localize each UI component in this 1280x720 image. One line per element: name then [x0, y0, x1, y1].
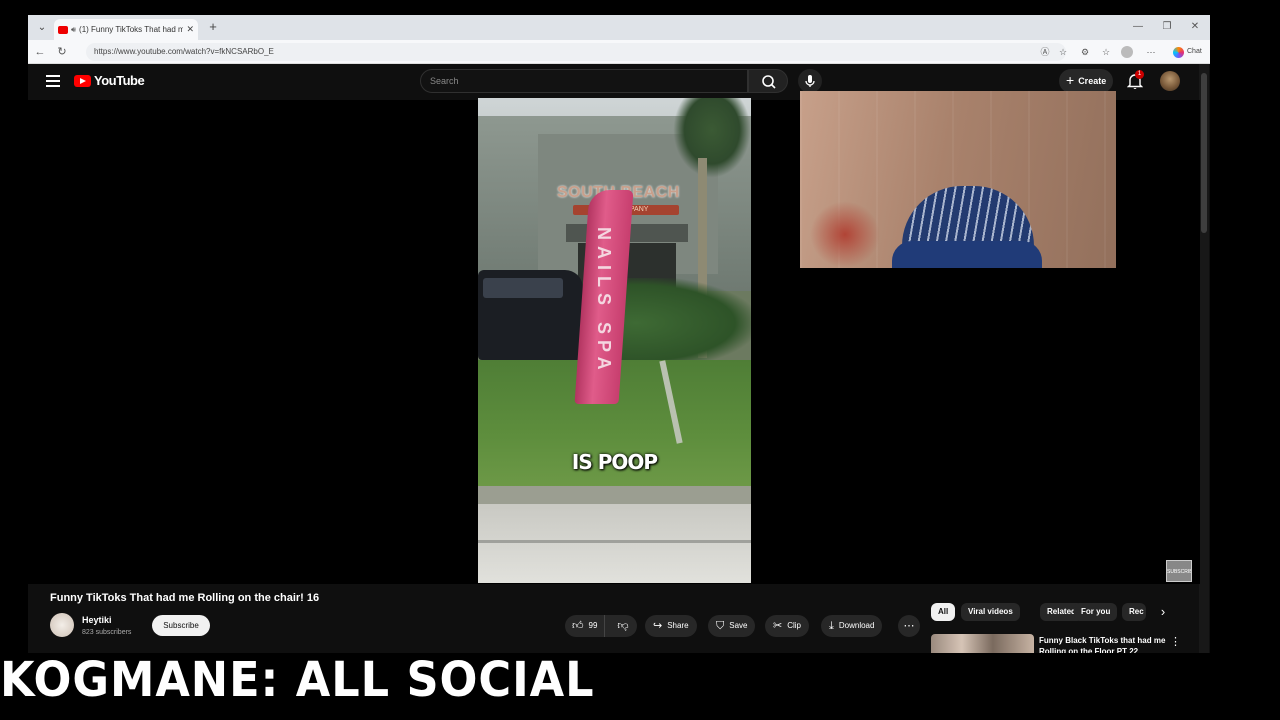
download-button[interactable]: ⤓ Download	[821, 615, 883, 637]
hamburger-menu-icon[interactable]	[46, 75, 60, 87]
ellipsis-icon: ⋯	[903, 620, 915, 632]
save-label: Save	[729, 621, 748, 630]
tab-title: (1) Funny TikToks That had me Rolling	[79, 25, 184, 34]
youtube-wordmark: YouTube	[94, 73, 145, 88]
video-title: Funny TikToks That had me Rolling on the…	[50, 592, 320, 604]
scene-curb	[478, 486, 751, 504]
favorites-icon[interactable]: ☆	[1099, 45, 1113, 59]
download-label: Download	[838, 621, 875, 630]
account-avatar[interactable]	[1160, 71, 1180, 91]
recommended-thumbnail[interactable]	[931, 634, 1034, 653]
chip-for-you[interactable]: For you	[1074, 603, 1118, 621]
search-input[interactable]: Search	[420, 69, 748, 93]
reader-view-icon[interactable]: Ⓐ	[1038, 45, 1052, 59]
stream-overlay-banner: KOGMANE: ALL SOCIAL	[0, 652, 595, 708]
profile-icon[interactable]	[1121, 46, 1133, 58]
chip-all[interactable]: All	[931, 603, 956, 621]
new-tab-button[interactable]: +	[205, 19, 221, 35]
chip-rec[interactable]: Rec	[1122, 603, 1146, 621]
share-button[interactable]: ↪ Share	[645, 615, 697, 637]
share-arrow-icon: ↪	[653, 620, 663, 632]
scene-road-marking	[478, 540, 751, 543]
scissors-icon: ✂	[773, 620, 783, 632]
plus-icon: +	[1066, 72, 1075, 88]
scene-palm-leaves	[673, 98, 751, 178]
close-window-button[interactable]: ✕	[1186, 18, 1204, 36]
reload-icon[interactable]: ↻	[54, 44, 70, 60]
webcam-red-object	[810, 201, 880, 268]
tab-list-chevron-icon[interactable]: ⌄	[34, 20, 50, 36]
browser-window: ⌄ 🔊︎ (1) Funny TikToks That had me Rolli…	[28, 15, 1210, 653]
search-button[interactable]	[748, 69, 788, 93]
voice-search-button[interactable]	[798, 69, 822, 93]
video-caption: IS POOP	[571, 450, 658, 474]
notification-count-badge: 1	[1135, 70, 1144, 79]
channel-name[interactable]: Heytiki	[82, 615, 112, 625]
create-label: Create	[1078, 76, 1107, 86]
extensions-icon[interactable]: ⚙	[1078, 45, 1092, 59]
url-field[interactable]: https://www.youtube.com/watch?v=fkNCSARb…	[86, 43, 1066, 61]
microphone-icon	[805, 75, 815, 87]
download-icon: ⤓	[829, 620, 834, 632]
save-button[interactable]: ⛉ Save	[708, 615, 756, 637]
scene-truck-window	[483, 278, 563, 298]
thumbs-down-icon: 👎︎	[617, 620, 629, 632]
copilot-chat-button[interactable]: Chat	[1173, 44, 1202, 60]
video-frame[interactable]: SOUTH BEACH TA COMPANY NAILS SPA IS POOP	[478, 98, 751, 583]
more-options-icon[interactable]: ⋯	[1144, 45, 1158, 59]
clip-label: Clip	[787, 621, 801, 630]
chip-viral-videos[interactable]: Viral videos	[961, 603, 1020, 621]
tab-strip: ⌄ 🔊︎ (1) Funny TikToks That had me Rolli…	[28, 15, 1210, 40]
browser-tab-youtube[interactable]: 🔊︎ (1) Funny TikToks That had me Rolling…	[54, 19, 198, 40]
audio-playing-icon[interactable]: 🔊︎	[71, 25, 76, 35]
youtube-play-icon	[74, 74, 91, 87]
search-icon	[762, 75, 776, 89]
channel-avatar[interactable]	[50, 613, 74, 637]
favorite-star-icon[interactable]: ☆	[1056, 45, 1070, 59]
share-label: Share	[667, 621, 689, 630]
bookmark-icon: ⛉	[716, 620, 725, 632]
channel-subscriber-count: 823 subscribers	[82, 629, 132, 636]
recommended-title[interactable]: Funny Black TikToks that had me Rolling …	[1039, 635, 1174, 653]
maximize-button[interactable]: ❐	[1158, 18, 1176, 36]
page-scrollbar-thumb[interactable]	[1201, 73, 1207, 233]
subscribe-watermark[interactable]: SUBSCRIBE	[1166, 560, 1192, 582]
minimize-button[interactable]: —	[1129, 18, 1147, 36]
create-button[interactable]: + Create	[1059, 69, 1113, 93]
webcam-chair-seat	[892, 241, 1042, 268]
close-tab-icon[interactable]: ✕	[186, 24, 194, 35]
webcam-overlay	[800, 91, 1116, 268]
youtube-logo[interactable]: YouTube	[74, 73, 145, 88]
more-actions-button[interactable]: ⋯	[898, 615, 920, 637]
thumbs-up-icon: 👍︎	[572, 620, 584, 632]
back-arrow-icon[interactable]: ←	[32, 44, 48, 60]
like-count: 99	[588, 621, 598, 630]
copilot-logo-icon	[1173, 46, 1184, 58]
clip-button[interactable]: ✂ Clip	[765, 615, 809, 637]
like-button[interactable]: 👍︎ 99	[565, 615, 606, 637]
youtube-favicon-icon	[58, 25, 68, 34]
recommended-more-icon[interactable]: ⋮	[1170, 635, 1181, 648]
feather-flag-text: NAILS SPA	[594, 226, 614, 376]
address-toolbar: ← ↻ https://www.youtube.com/watch?v=fkNC…	[28, 40, 1210, 64]
chat-label: Chat	[1187, 48, 1202, 55]
scene-road	[478, 504, 751, 583]
dislike-button[interactable]: 👎︎	[610, 615, 635, 637]
like-dislike-group: 👍︎ 99 👎︎	[565, 615, 637, 637]
subscribe-button[interactable]: Subscribe	[152, 615, 210, 636]
chips-next-chevron-icon[interactable]: ›	[1154, 603, 1172, 621]
